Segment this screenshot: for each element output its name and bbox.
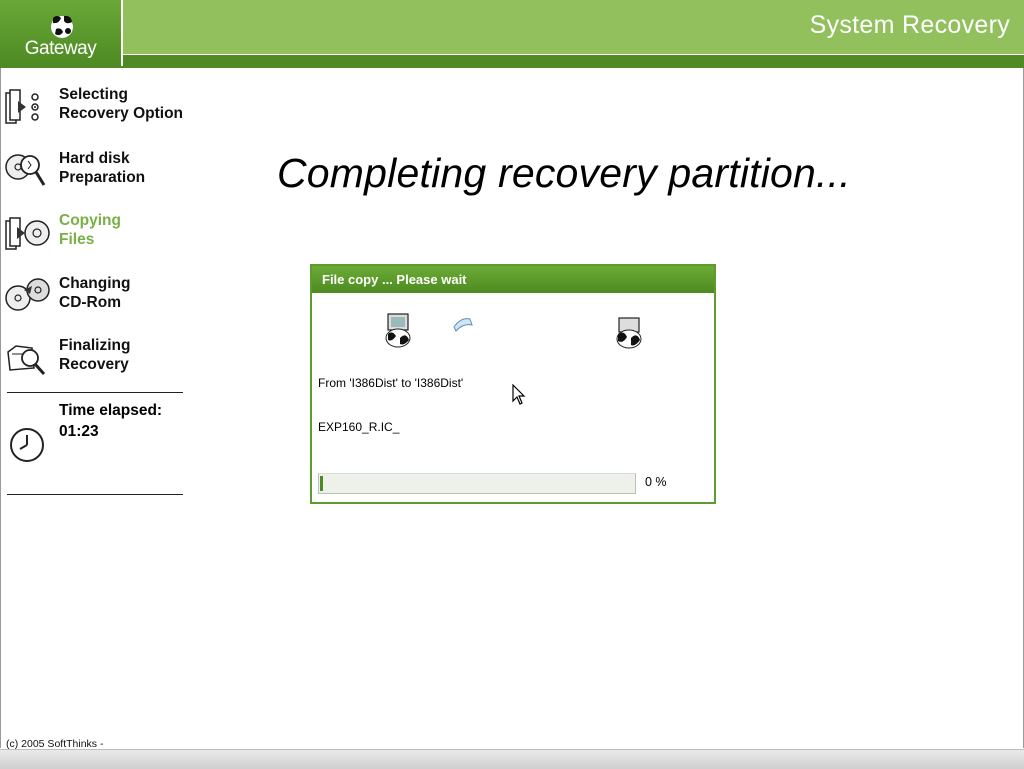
progress-percent: 0 % (645, 475, 667, 489)
progress-fill (320, 476, 323, 491)
cow-spots-icon (51, 15, 73, 38)
header-accent-bar-left (0, 66, 123, 68)
app-title: System Recovery (809, 11, 1010, 39)
disk-magnifier-icon (5, 154, 46, 186)
flying-document-icon (453, 318, 473, 332)
step-copying-files: Copying Files (0, 211, 200, 261)
current-file-text: EXP160_R.IC_ (318, 420, 400, 434)
sidebar-divider (7, 494, 183, 495)
title-band: System Recovery (123, 0, 1024, 55)
elapsed-label: Time elapsed: (59, 402, 163, 419)
dialog-title: File copy ... Please wait (322, 272, 467, 287)
copy-path-text: From 'I386Dist' to 'I386Dist' (318, 376, 464, 390)
footer-bar (0, 749, 1024, 769)
sidebar-divider (7, 392, 183, 393)
selecting-option-icon (5, 89, 39, 124)
change-cd-icon (5, 278, 50, 311)
source-computer-icon (385, 313, 411, 348)
progress-bar (318, 473, 636, 494)
copying-files-icon (5, 217, 50, 250)
mouse-cursor-icon (512, 384, 526, 405)
step-label: Selecting Recovery Option (59, 86, 184, 122)
gateway-logo: Gateway (0, 0, 123, 66)
header: Gateway System Recovery (0, 0, 1024, 68)
header-accent-bar (123, 55, 1024, 68)
clock-icon (10, 428, 44, 462)
page-title: Completing recovery partition... (277, 150, 851, 196)
dialog-titlebar: File copy ... Please wait (312, 266, 714, 293)
step-label: Hard disk Preparation (59, 150, 146, 186)
step-changing-cd-rom: Changing CD-Rom (0, 274, 200, 324)
elapsed-value: 01:23 (59, 423, 99, 440)
step-label-active: Copying Files (59, 212, 121, 248)
logo-text: Gateway (24, 38, 97, 59)
step-label: Changing CD-Rom (59, 275, 131, 311)
step-selecting-recovery-option: Selecting Recovery Option (0, 85, 200, 135)
destination-computer-icon (616, 317, 642, 349)
step-label: Finalizing Recovery (59, 337, 131, 373)
finalizing-icon (7, 345, 46, 376)
step-finalizing-recovery: Finalizing Recovery (0, 336, 200, 386)
step-hard-disk-preparation: Hard disk Preparation (0, 149, 200, 199)
